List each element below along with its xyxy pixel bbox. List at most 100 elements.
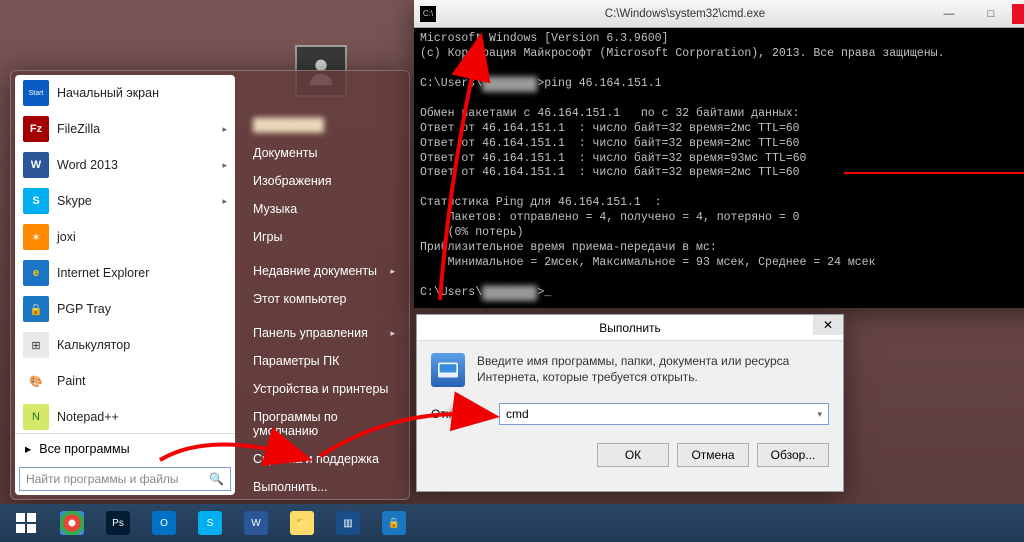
right-menu-музыка[interactable]: Музыка xyxy=(239,195,409,223)
pinned-item-label: Notepad++ xyxy=(57,410,119,424)
cmd-line: Приблизительное время приема-передачи в … xyxy=(420,241,1024,256)
taskbar-item-word[interactable]: W xyxy=(234,508,278,538)
run-description: Введите имя программы, папки, документа … xyxy=(477,353,829,385)
run-input[interactable]: cmd ▾ xyxy=(499,403,829,425)
right-menu-панель-управления[interactable]: Панель управления ▸ xyxy=(239,319,409,347)
taskbar-item-outlook[interactable]: O xyxy=(142,508,186,538)
cmd-titlebar[interactable]: C:\ C:\Windows\system32\cmd.exe — □ ✕ xyxy=(414,0,1024,28)
taskbar-item-pgp[interactable]: 🔒 xyxy=(372,508,416,538)
pinned-item-pgp[interactable]: 🔒 PGP Tray xyxy=(15,291,235,327)
right-menu-недавние-документы[interactable]: Недавние документы▸ xyxy=(239,257,409,285)
right-menu-label: Музыка xyxy=(253,202,297,216)
right-menu-label: Документы xyxy=(253,146,317,160)
cmd-line: Microsoft Windows [Version 6.3.9600] xyxy=(420,32,1024,47)
close-button[interactable]: ✕ xyxy=(1012,4,1024,24)
right-menu-документы[interactable]: Документы xyxy=(239,139,409,167)
chevron-right-icon: ▸ xyxy=(25,441,31,456)
cmd-line xyxy=(420,181,1024,196)
username-label[interactable]: ████████ xyxy=(239,111,409,139)
chevron-right-icon: ▸ xyxy=(390,328,395,339)
pinned-item-label: Калькулятор xyxy=(57,338,130,352)
cmd-title: C:\Windows\system32\cmd.exe xyxy=(442,8,928,20)
skype-icon: S xyxy=(23,188,49,214)
run-icon xyxy=(431,353,465,387)
browse-button[interactable]: Обзор... xyxy=(757,443,829,467)
cmd-line: Ответ от 46.164.151.1 : число байт=32 вр… xyxy=(420,137,1024,152)
pinned-item-paint[interactable]: 🎨 Paint xyxy=(15,363,235,399)
run-dialog: Выполнить ✕ Введите имя программы, папки… xyxy=(416,314,844,492)
right-menu-программы-по-умолчанию[interactable]: Программы по умолчанию xyxy=(239,403,409,445)
pinned-item-joxi[interactable]: ✶ joxi xyxy=(15,219,235,255)
right-menu-label: Игры xyxy=(253,230,282,244)
right-menu-label: Устройства и принтеры xyxy=(253,382,388,396)
maximize-button[interactable]: □ xyxy=(970,4,1012,24)
taskbar-item-explorer[interactable]: 📁 xyxy=(280,508,324,538)
right-menu-label: Справка и поддержка xyxy=(253,452,379,466)
start-tile-icon: Start xyxy=(23,80,49,106)
right-menu-справка-и-поддержка[interactable]: Справка и поддержка xyxy=(239,445,409,473)
chevron-right-icon: ▸ xyxy=(390,266,395,277)
ie-icon: e xyxy=(23,260,49,286)
right-menu-игры[interactable]: Игры xyxy=(239,223,409,251)
chevron-right-icon: ▸ xyxy=(222,124,227,135)
right-menu-label: Панель управления xyxy=(253,326,368,340)
chevron-right-icon: ▸ xyxy=(222,196,227,207)
cmd-line xyxy=(420,62,1024,77)
pinned-item-start-tile[interactable]: Start Начальный экран xyxy=(15,75,235,111)
taskbar-item-chrome[interactable] xyxy=(50,508,94,538)
pinned-item-label: Internet Explorer xyxy=(57,266,149,280)
search-placeholder: Найти программы и файлы xyxy=(26,472,209,486)
close-button[interactable]: ✕ xyxy=(813,315,843,335)
cmd-line: C:\Users\████████>ping 46.164.151.1 xyxy=(420,77,1024,92)
taskbar: Ps O S W 📁 ▥ 🔒 xyxy=(0,504,1024,542)
cmd-output[interactable]: Microsoft Windows [Version 6.3.9600](c) … xyxy=(414,28,1024,305)
right-menu-этот-компьютер[interactable]: Этот компьютер xyxy=(239,285,409,313)
minimize-button[interactable]: — xyxy=(928,4,970,24)
open-label: Откры xyxy=(431,407,489,421)
pinned-item-ie[interactable]: e Internet Explorer xyxy=(15,255,235,291)
pinned-item-calc[interactable]: ⊞ Калькулятор xyxy=(15,327,235,363)
right-menu-выполнить-[interactable]: Выполнить... xyxy=(239,473,409,501)
ok-button[interactable]: ОК xyxy=(597,443,669,467)
all-programs-button[interactable]: ▸ Все программы xyxy=(15,433,235,463)
search-icon: 🔍 xyxy=(209,472,224,486)
taskbar-item-vbox[interactable]: ▥ xyxy=(326,508,370,538)
right-menu-параметры-пк[interactable]: Параметры ПК xyxy=(239,347,409,375)
cmd-line: (c) Корпорация Майкрософт (Microsoft Cor… xyxy=(420,47,1024,62)
pinned-item-npp[interactable]: N Notepad++ xyxy=(15,399,235,433)
cmd-line: C:\Users\████████>_ xyxy=(420,286,1024,301)
right-menu-label: Изображения xyxy=(253,174,332,188)
right-menu-label: Этот компьютер xyxy=(253,292,346,306)
start-button[interactable] xyxy=(4,508,48,538)
cmd-line: Минимальное = 2мсек, Максимальное = 93 м… xyxy=(420,256,1024,271)
cmd-line: Ответ от 46.164.151.1 : число байт=32 вр… xyxy=(420,122,1024,137)
cmd-line: Ответ от 46.164.151.1 : число байт=32 вр… xyxy=(420,152,1024,167)
right-menu-label: Параметры ПК xyxy=(253,354,339,368)
cmd-line xyxy=(420,271,1024,286)
cancel-button[interactable]: Отмена xyxy=(677,443,749,467)
pinned-item-label: Skype xyxy=(57,194,92,208)
pinned-item-label: joxi xyxy=(57,230,76,244)
search-input[interactable]: Найти программы и файлы 🔍 xyxy=(19,467,231,491)
run-titlebar[interactable]: Выполнить ✕ xyxy=(417,315,843,341)
filezilla-icon: Fz xyxy=(23,116,49,142)
pinned-item-label: Paint xyxy=(57,374,86,388)
pinned-item-skype[interactable]: S Skype ▸ xyxy=(15,183,235,219)
run-title-label: Выполнить xyxy=(599,321,661,335)
cmd-icon: C:\ xyxy=(420,6,436,22)
pinned-item-filezilla[interactable]: Fz FileZilla ▸ xyxy=(15,111,235,147)
paint-icon: 🎨 xyxy=(23,368,49,394)
npp-icon: N xyxy=(23,404,49,430)
right-menu-устройства-и-принтеры[interactable]: Устройства и принтеры xyxy=(239,375,409,403)
right-menu-изображения[interactable]: Изображения xyxy=(239,167,409,195)
annotation-underline xyxy=(844,172,1024,174)
pinned-item-word[interactable]: W Word 2013 ▸ xyxy=(15,147,235,183)
cmd-line: Статистика Ping для 46.164.151.1 : xyxy=(420,196,1024,211)
taskbar-item-photoshop[interactable]: Ps xyxy=(96,508,140,538)
pinned-item-label: FileZilla xyxy=(57,122,100,136)
taskbar-item-skype[interactable]: S xyxy=(188,508,232,538)
cmd-window: C:\ C:\Windows\system32\cmd.exe — □ ✕ Mi… xyxy=(414,0,1024,308)
run-input-value: cmd xyxy=(506,407,529,421)
chevron-down-icon[interactable]: ▾ xyxy=(817,409,822,420)
cmd-line: (0% потерь) xyxy=(420,226,1024,241)
